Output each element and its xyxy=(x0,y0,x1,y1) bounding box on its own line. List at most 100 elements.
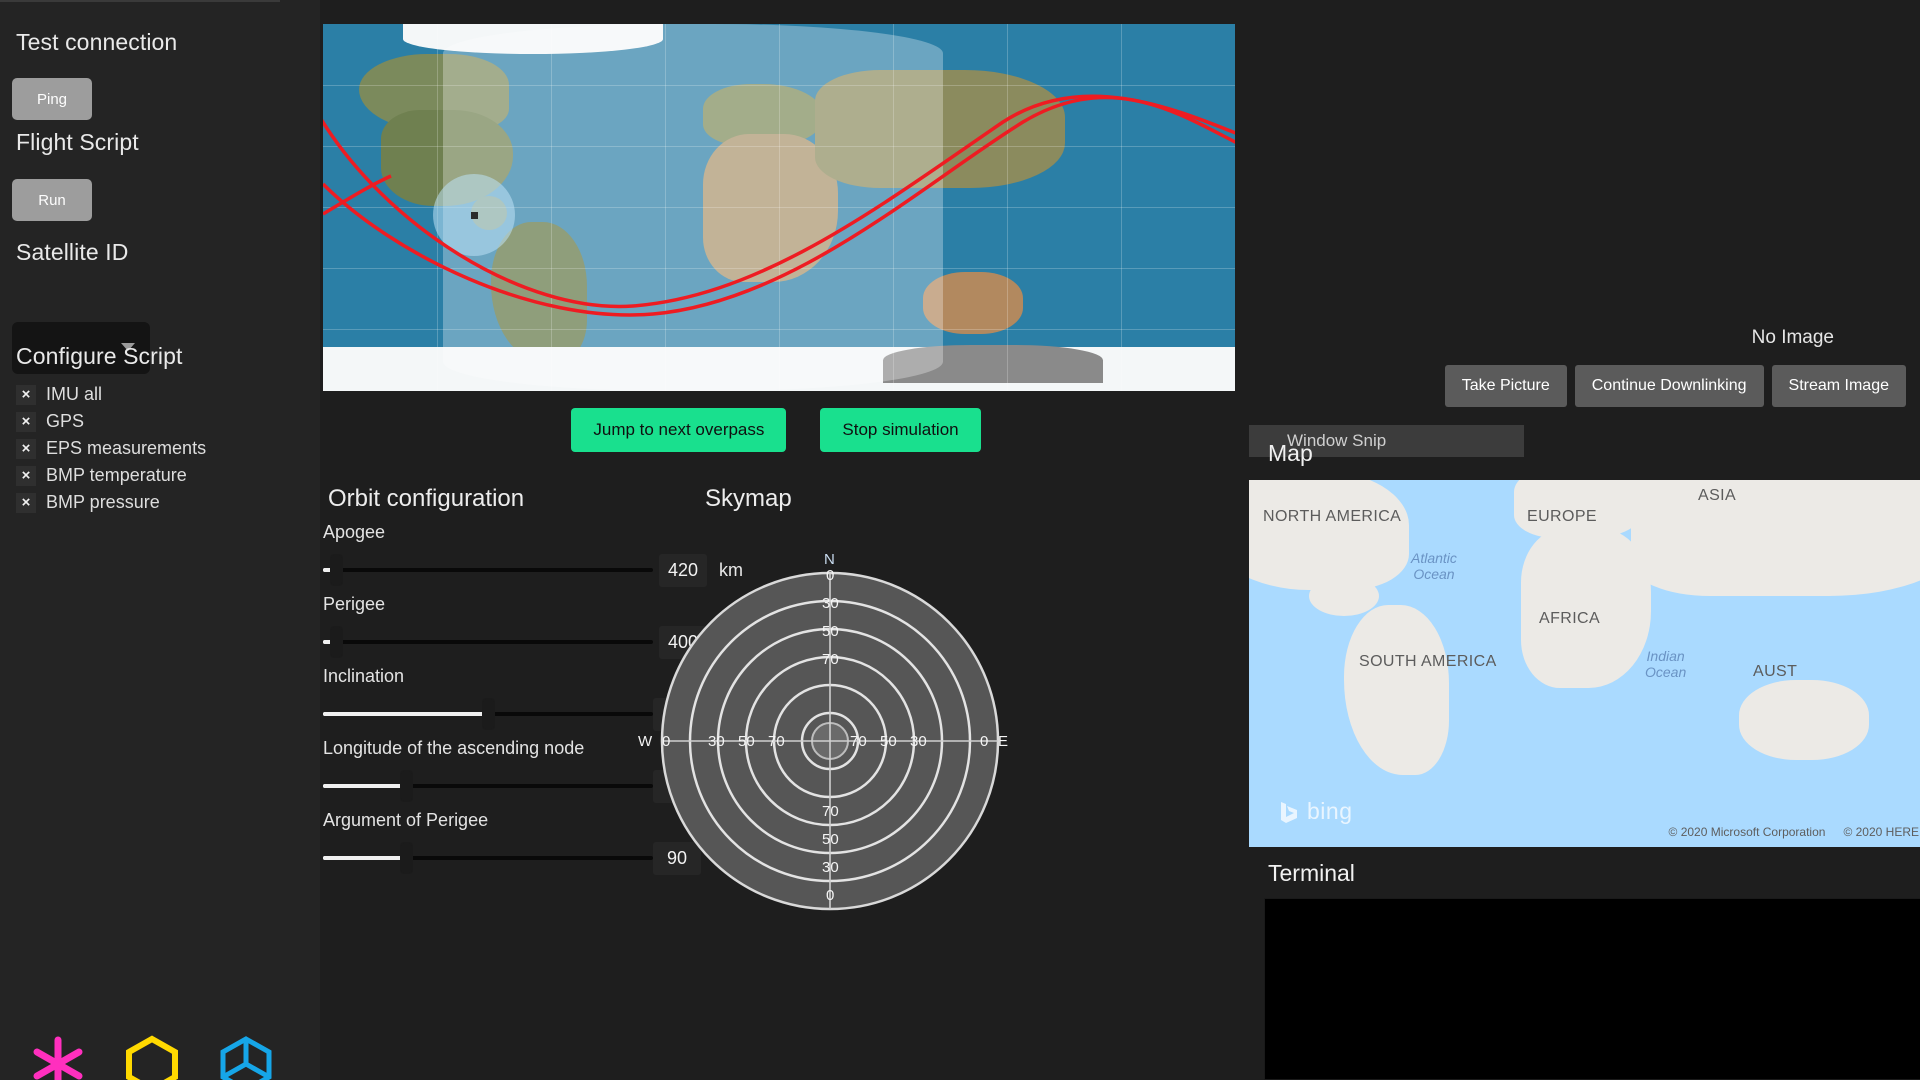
bm-continent-label-5: AUST xyxy=(1753,663,1798,680)
center-panel: Jump to next overpass Stop simulation Orb… xyxy=(320,0,1240,1080)
config-item-1[interactable]: × GPS xyxy=(16,408,276,435)
no-image-label: No Image xyxy=(1751,327,1834,348)
bm-credit-1: © 2020 HERE xyxy=(1843,825,1919,839)
skymap-north-label: N xyxy=(824,551,835,568)
bm-continent-label-2: ASIA xyxy=(1698,487,1737,504)
config-item-2[interactable]: × EPS measurements xyxy=(16,435,276,462)
skymap-tick-top-0: 0 xyxy=(826,567,835,584)
slider-label: Apogee xyxy=(323,522,386,542)
slider-thumb[interactable] xyxy=(331,555,342,585)
bm-ocean-label-1: Indian Ocean xyxy=(1645,648,1687,681)
skymap-tick-horiz-0: 0 xyxy=(662,733,671,750)
bm-continent-label-3: AFRICA xyxy=(1539,610,1601,627)
bing-logo: bing xyxy=(1277,798,1352,825)
bing-map-credits: © 2020 Microsoft Corporation © 2020 HERE xyxy=(1669,825,1919,839)
skymap-tick-horiz-2: 50 xyxy=(738,733,755,750)
left-sidebar: Test connection Ping Flight Script Run S… xyxy=(0,0,320,1080)
bm-ocean-label-0: Atlantic Ocean xyxy=(1411,550,1457,583)
bing-mark-icon xyxy=(1281,801,1297,823)
skymap-west-label: W xyxy=(638,733,653,750)
slider-fill xyxy=(323,712,488,716)
config-item-0[interactable]: × IMU all xyxy=(16,381,276,408)
slider-fill xyxy=(323,784,406,788)
config-item-label: EPS measurements xyxy=(46,438,207,458)
slider-remainder xyxy=(406,856,653,860)
skymap-tick-horiz-1: 30 xyxy=(708,733,725,750)
config-item-label: BMP pressure xyxy=(46,492,160,512)
bing-wordmark: bing xyxy=(1307,798,1353,824)
orbit-configuration-title: Orbit configuration xyxy=(328,485,525,512)
configure-script-heading: Configure Script xyxy=(16,343,183,369)
slider-remainder xyxy=(336,640,653,644)
logo-strip xyxy=(28,1034,276,1080)
continue-downlinking-button[interactable]: Continue Downlinking xyxy=(1574,365,1764,407)
asterisk-logo xyxy=(33,1036,83,1080)
hexagon-logo xyxy=(126,1035,178,1080)
configure-script-list: × IMU all × GPS × EPS measurements × BMP… xyxy=(16,381,276,516)
bm-continent-label-0: NORTH AMERICA xyxy=(1263,508,1402,525)
slider-remainder xyxy=(336,568,653,572)
slider-thumb[interactable] xyxy=(483,699,494,729)
skymap-tick-bottom-3: 0 xyxy=(826,887,835,904)
simulation-buttons: Jump to next overpass Stop simulation xyxy=(320,408,1232,452)
checkbox-icon[interactable]: × xyxy=(16,411,36,432)
ping-button[interactable]: Ping xyxy=(12,78,92,120)
test-connection-heading: Test connection xyxy=(16,29,178,55)
terminal-output[interactable] xyxy=(1264,898,1920,1080)
skymap-tick-top-1: 30 xyxy=(822,595,839,612)
skymap-tick-horiz-4: 70 xyxy=(850,733,867,750)
take-picture-button[interactable]: Take Picture xyxy=(1444,365,1567,407)
stop-simulation-button[interactable]: Stop simulation xyxy=(820,408,981,452)
bm-land-asia xyxy=(1631,480,1920,596)
bm-land-north-america xyxy=(1249,480,1409,590)
slider-track[interactable] xyxy=(323,555,653,585)
skymap-tick-horiz-6: 30 xyxy=(910,733,927,750)
slider-thumb[interactable] xyxy=(331,627,342,657)
bm-credit-0: © 2020 Microsoft Corporation xyxy=(1668,825,1826,839)
satellite-id-heading: Satellite ID xyxy=(16,239,129,265)
bing-map[interactable]: NORTH AMERICA EUROPE ASIA AFRICA SOUTH AMERI… xyxy=(1249,480,1920,847)
bm-continent-label-1: EUROPE xyxy=(1527,508,1597,525)
checkbox-icon[interactable]: × xyxy=(16,465,36,486)
orbit-ground-track xyxy=(323,94,1235,317)
skymap-tick-bottom-1: 50 xyxy=(822,831,839,848)
terminal-title: Terminal xyxy=(1268,860,1355,886)
right-panel: No Image Take Picture Continue Downlinkin… xyxy=(1240,0,1920,1080)
jump-to-next-overpass-button[interactable]: Jump to next overpass xyxy=(571,408,787,452)
skymap-polar-plot[interactable]: N W E 0 30 50 70 70 50 30 0 0 30 50 70 70 50 30 0 xyxy=(638,545,1010,925)
skymap-tick-horiz-3: 70 xyxy=(768,733,785,750)
config-item-label: BMP temperature xyxy=(46,465,187,485)
config-item-label: IMU all xyxy=(46,384,103,404)
cube-logo xyxy=(220,1036,272,1080)
skymap-east-label: E xyxy=(998,733,1009,750)
config-item-label: GPS xyxy=(46,411,85,431)
checkbox-icon[interactable]: × xyxy=(16,438,36,459)
sidebar-top-divider xyxy=(0,0,280,2)
run-button[interactable]: Run xyxy=(12,179,92,221)
slider-track[interactable] xyxy=(323,771,653,801)
bm-land-south-america xyxy=(1344,605,1449,775)
slider-thumb[interactable] xyxy=(401,843,412,873)
application-window: Test connection Ping Flight Script Run S… xyxy=(0,0,1920,1080)
slider-track[interactable] xyxy=(323,699,653,729)
map-panel-title: Map xyxy=(1268,440,1313,466)
skymap-title: Skymap xyxy=(705,485,792,512)
camera-buttons: Take Picture Continue Downlinking Stream I… xyxy=(1444,365,1906,407)
bm-land-central-america xyxy=(1309,576,1379,616)
skymap-tick-bottom-0: 70 xyxy=(822,803,839,820)
bm-land-australia xyxy=(1739,680,1869,760)
slider-track[interactable] xyxy=(323,627,653,657)
stream-image-button[interactable]: Stream Image xyxy=(1771,365,1906,407)
slider-thumb[interactable] xyxy=(401,771,412,801)
skymap-tick-top-2: 50 xyxy=(822,623,839,640)
config-item-4[interactable]: × BMP pressure xyxy=(16,489,276,516)
slider-track[interactable] xyxy=(323,843,653,873)
skymap-tick-horiz-7: 0 xyxy=(980,733,989,750)
ground-track-world-map[interactable] xyxy=(323,24,1235,391)
checkbox-icon[interactable]: × xyxy=(16,492,36,513)
checkbox-icon[interactable]: × xyxy=(16,384,36,405)
skymap-tick-top-3: 70 xyxy=(822,651,839,668)
config-item-3[interactable]: × BMP temperature xyxy=(16,462,276,489)
slider-remainder xyxy=(488,712,653,716)
